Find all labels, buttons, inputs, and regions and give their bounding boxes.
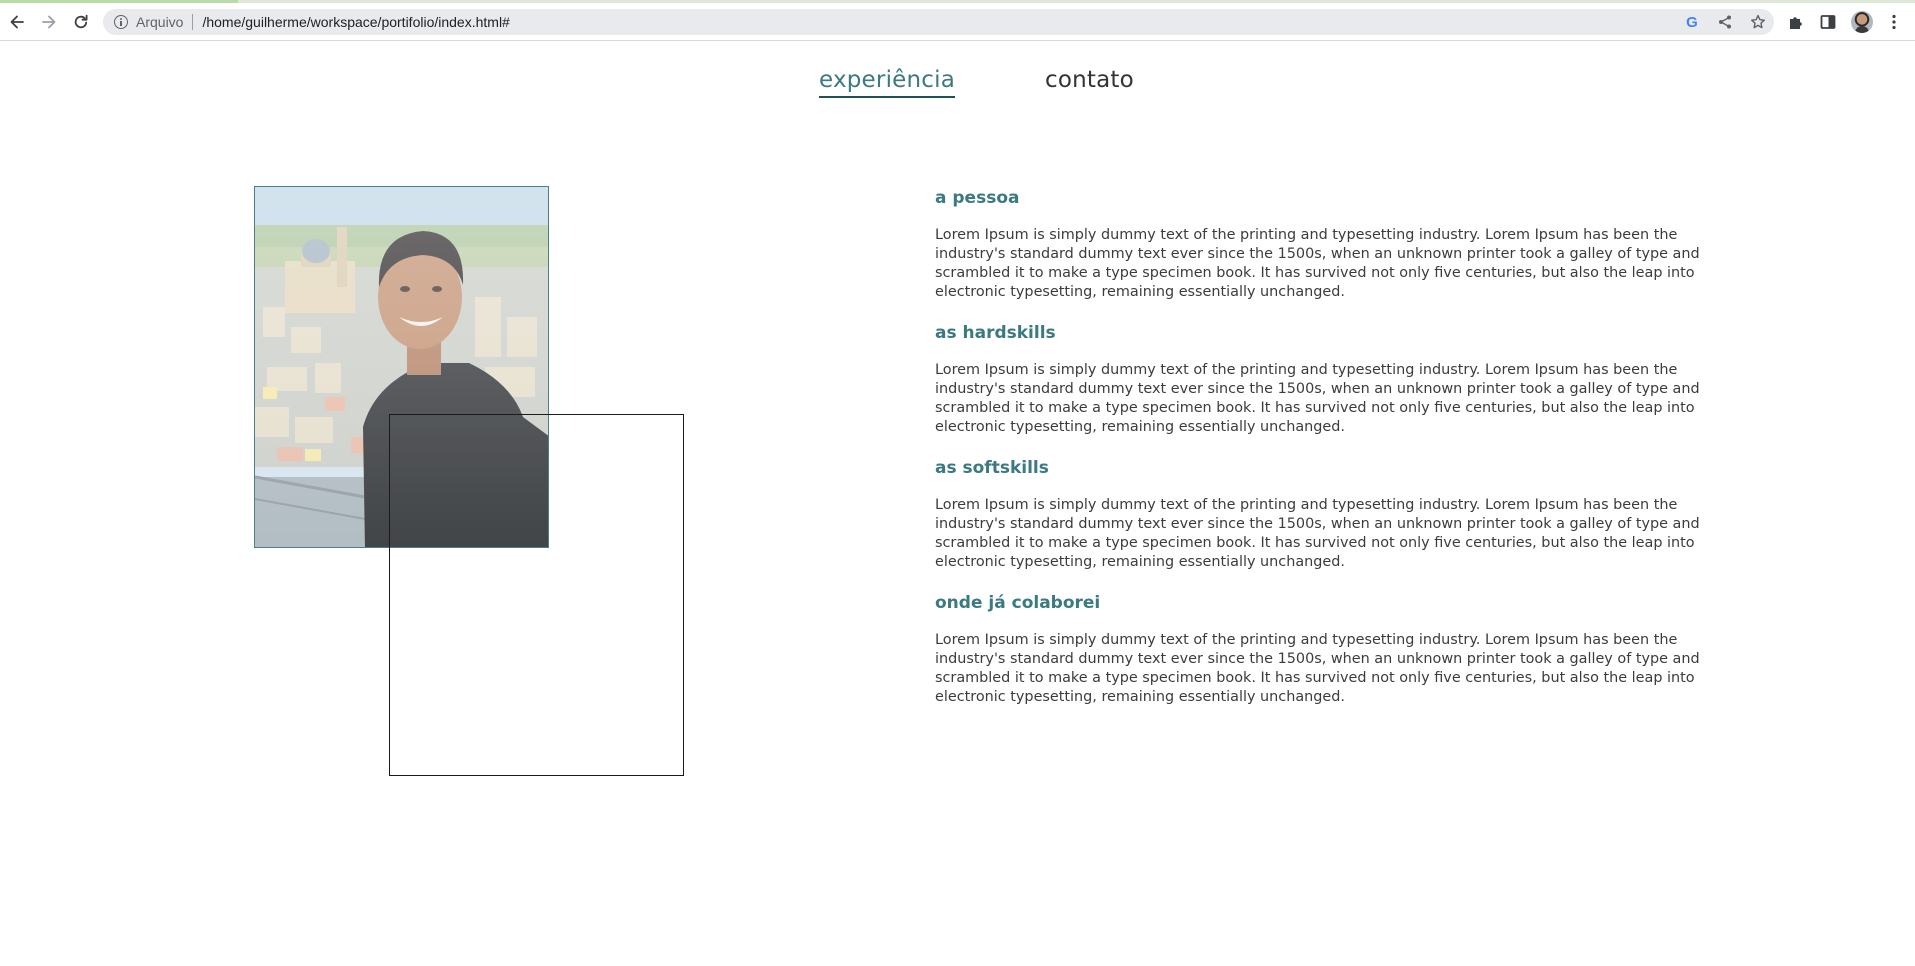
kebab-menu-icon xyxy=(1892,14,1896,30)
content-sections: a pessoa Lorem Ipsum is simply dummy tex… xyxy=(935,186,1705,726)
puzzle-icon xyxy=(1790,17,1802,29)
star-icon xyxy=(1751,14,1765,29)
section-text: Lorem Ipsum is simply dummy text of the … xyxy=(935,227,1700,300)
decorative-frame xyxy=(389,414,684,776)
share-icon xyxy=(1719,15,1731,29)
share-button[interactable] xyxy=(1715,12,1735,32)
section-a-pessoa: a pessoa Lorem Ipsum is simply dummy tex… xyxy=(935,186,1705,321)
section-title: as hardskills xyxy=(935,323,1056,343)
reload-icon xyxy=(74,14,88,29)
section-hardskills: as hardskills Lorem Ipsum is simply dumm… xyxy=(935,321,1705,456)
section-title: onde já colaborei xyxy=(935,593,1101,613)
google-icon: G xyxy=(1686,13,1698,31)
section-text: Lorem Ipsum is simply dummy text of the … xyxy=(935,362,1700,435)
back-button[interactable] xyxy=(4,9,30,35)
address-url[interactable]: /home/guilherme/workspace/portifolio/ind… xyxy=(202,14,509,30)
site-nav: experiência contato xyxy=(0,62,1915,102)
address-bar-actions: G xyxy=(1682,9,1768,35)
side-panel-button[interactable] xyxy=(1816,10,1840,34)
section-text: Lorem Ipsum is simply dummy text of the … xyxy=(935,497,1700,570)
extensions-button[interactable] xyxy=(1784,10,1808,34)
section-title: as softskills xyxy=(935,458,1049,478)
google-lens-button[interactable]: G xyxy=(1682,12,1702,32)
section-onde-ja-colaborei: onde já colaborei Lorem Ipsum is simply … xyxy=(935,591,1705,726)
bookmark-button[interactable] xyxy=(1748,12,1768,32)
browser-toolbar: Arquivo /home/guilherme/workspace/portif… xyxy=(0,0,1915,41)
reload-button[interactable] xyxy=(68,9,94,35)
nav-link-contato[interactable]: contato xyxy=(1045,66,1134,94)
forward-button[interactable] xyxy=(36,9,62,35)
address-scheme-label: Arquivo xyxy=(136,14,184,30)
avatar[interactable] xyxy=(1851,11,1873,33)
address-bar[interactable]: Arquivo /home/guilherme/workspace/portif… xyxy=(103,9,1774,35)
side-panel-icon xyxy=(1820,15,1836,29)
section-title: a pessoa xyxy=(935,188,1020,208)
nav-link-experiencia[interactable]: experiência xyxy=(819,66,956,98)
forward-arrow-icon xyxy=(42,15,56,29)
back-arrow-icon xyxy=(10,15,24,29)
browser-menu-button[interactable] xyxy=(1882,10,1906,34)
page-load-progress xyxy=(0,0,1915,3)
section-text: Lorem Ipsum is simply dummy text of the … xyxy=(935,632,1700,705)
address-separator xyxy=(192,14,194,30)
info-icon[interactable] xyxy=(114,15,128,29)
section-softskills: as softskills Lorem Ipsum is simply dumm… xyxy=(935,456,1705,591)
